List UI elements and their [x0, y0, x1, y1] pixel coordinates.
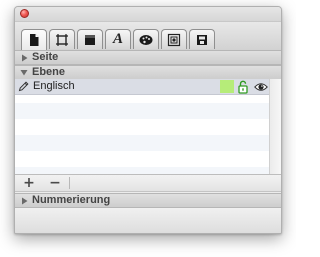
palette-icon	[139, 34, 153, 45]
disclosure-triangle-expanded-icon[interactable]	[17, 66, 31, 79]
text-icon: A	[112, 31, 123, 47]
fill-icon	[85, 34, 95, 45]
image-icon	[167, 33, 181, 46]
inspector-window: A Seite Ebene Englisch + − Nummerierung	[14, 6, 282, 234]
unlocked-padlock-icon[interactable]	[238, 80, 248, 94]
document-icon	[30, 34, 39, 46]
tab-document[interactable]	[21, 29, 47, 50]
tab-image[interactable]	[161, 29, 187, 49]
eye-icon[interactable]	[254, 82, 268, 92]
remove-layer-button[interactable]: −	[47, 176, 63, 190]
disclosure-triangle-collapsed-icon[interactable]	[17, 51, 31, 64]
tab-text[interactable]: A	[105, 29, 131, 49]
screen: A Seite Ebene Englisch + − Nummerierung	[0, 0, 296, 257]
toolbar-divider	[69, 177, 70, 189]
section-page-header[interactable]: Seite	[15, 50, 281, 65]
layer-name[interactable]: Englisch	[33, 79, 75, 94]
vertical-scrollbar[interactable]	[269, 79, 281, 174]
title-bar[interactable]	[15, 7, 281, 22]
tab-frame[interactable]	[49, 29, 75, 49]
layer-toolbar: + −	[15, 175, 281, 192]
layer-color-swatch[interactable]	[220, 80, 234, 93]
layer-row[interactable]: Englisch	[15, 79, 281, 95]
tab-fill[interactable]	[77, 29, 103, 49]
frame-icon	[56, 33, 68, 46]
window-footer	[15, 208, 281, 233]
disclosure-triangle-collapsed-icon[interactable]	[17, 194, 31, 207]
section-layer-header[interactable]: Ebene	[15, 65, 281, 80]
pencil-icon	[15, 79, 31, 95]
section-numbering-header[interactable]: Nummerierung	[15, 193, 281, 208]
empty-list-row	[15, 167, 281, 174]
section-page-title: Seite	[32, 51, 59, 63]
tab-export[interactable]	[189, 29, 215, 49]
empty-list-row	[15, 103, 281, 119]
export-icon	[197, 34, 207, 45]
close-button[interactable]	[20, 9, 29, 18]
inspector-tab-bar: A	[15, 22, 281, 51]
tab-palette[interactable]	[133, 29, 159, 49]
section-numbering-title: Nummerierung	[32, 194, 111, 206]
layer-list: Englisch	[15, 79, 281, 175]
section-layer-title: Ebene	[32, 66, 66, 78]
add-layer-button[interactable]: +	[21, 176, 37, 190]
empty-list-row	[15, 135, 281, 151]
